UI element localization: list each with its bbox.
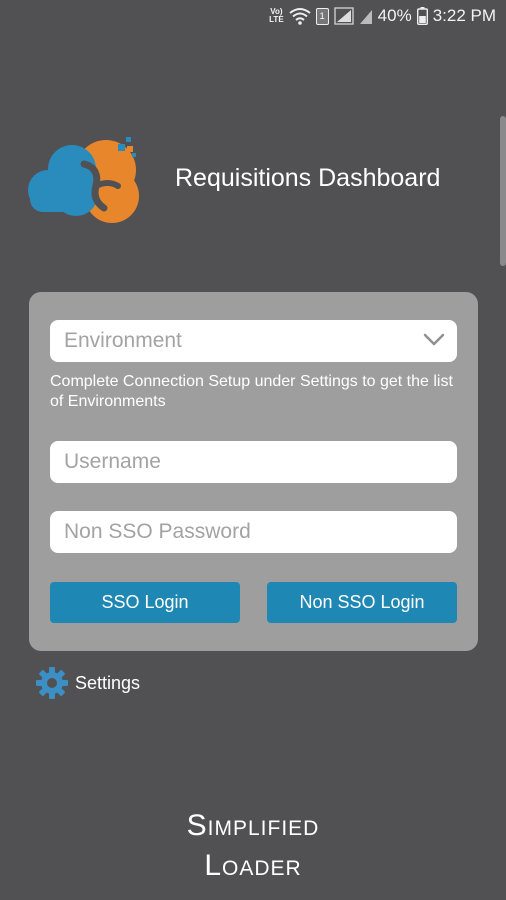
- volte-indicator: Vo) LTE: [269, 8, 284, 24]
- password-input[interactable]: Non SSO Password: [50, 511, 457, 553]
- app-title: Requisitions Dashboard: [175, 164, 441, 192]
- environment-dropdown[interactable]: Environment: [50, 320, 457, 362]
- scrollbar-thumb[interactable]: [500, 116, 506, 266]
- status-bar: Vo) LTE 1 40% 3:22 PM: [0, 0, 506, 34]
- clock: 3:22 PM: [432, 6, 496, 25]
- username-input[interactable]: Username: [50, 441, 457, 483]
- login-card: Environment Complete Connection Setup un…: [29, 292, 478, 651]
- brand-line-1: Simplified: [186, 809, 320, 842]
- username-placeholder: Username: [64, 450, 161, 473]
- signal-icon-secondary: [359, 10, 372, 24]
- chevron-down-icon: [423, 333, 445, 346]
- battery-percent: 40%: [377, 6, 412, 25]
- non-sso-login-button[interactable]: Non SSO Login: [267, 582, 457, 623]
- status-icons: Vo) LTE 1 40% 3:22 PM: [269, 6, 496, 26]
- password-placeholder: Non SSO Password: [64, 520, 251, 543]
- wifi-icon: [289, 8, 311, 25]
- environment-helper-text: Complete Connection Setup under Settings…: [50, 373, 453, 410]
- environment-placeholder: Environment: [64, 329, 182, 352]
- sso-login-button[interactable]: SSO Login: [50, 582, 240, 623]
- cloud-logo-icon: [28, 137, 139, 223]
- brand-line-2: Loader: [204, 849, 302, 882]
- sim-icon: 1: [315, 7, 329, 25]
- settings-label: Settings: [75, 672, 141, 693]
- brand-wordmark: Simplified Loader: [0, 806, 506, 886]
- signal-icon: [333, 7, 354, 25]
- battery-icon: [416, 7, 428, 25]
- gear-icon: [36, 667, 68, 699]
- lte-label: LTE: [269, 15, 284, 24]
- settings-link[interactable]: Settings: [35, 666, 140, 700]
